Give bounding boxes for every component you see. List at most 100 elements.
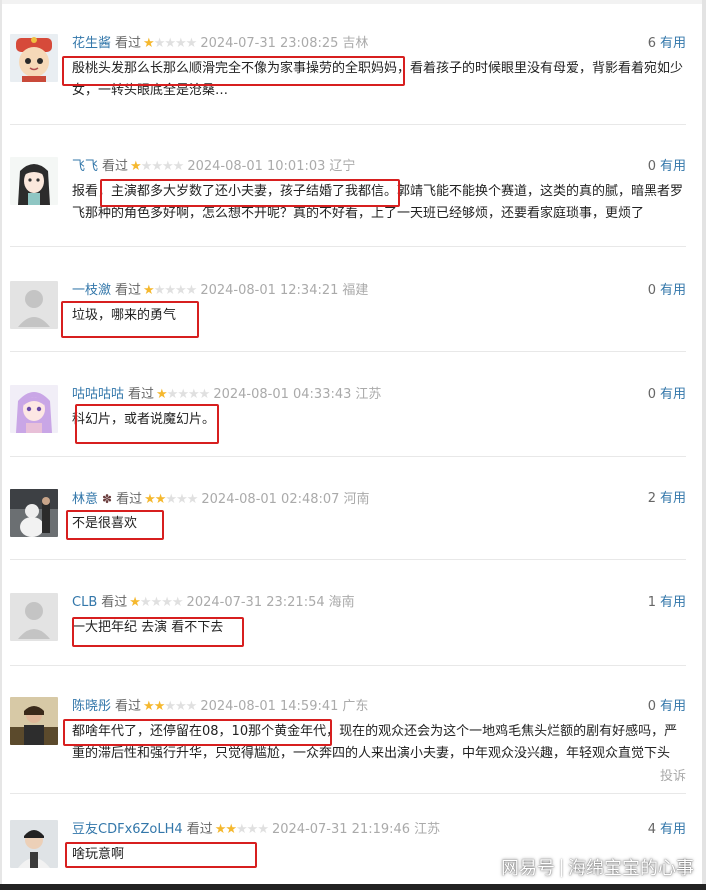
useful-count: 1: [647, 595, 656, 610]
star-empty-icon: ★: [140, 159, 153, 174]
comment-item: 一枝瀲 看过 ★★★★★ 2024-08-01 12:34:21 福建 0 有用 垃圾，哪…: [10, 281, 686, 345]
star-empty-icon: ★: [153, 36, 166, 51]
watched-label: 看过: [186, 822, 213, 837]
useful-button[interactable]: 有用: [660, 283, 686, 298]
divider: [10, 665, 686, 666]
star-filled-icon: ★: [130, 159, 142, 174]
rating-stars: ★★★★★: [144, 490, 198, 510]
avatar[interactable]: [10, 697, 58, 745]
comment-location: 福建: [342, 283, 369, 298]
watermark-brand: 网易号: [501, 858, 555, 879]
anime-purple-hair-avatar: [10, 385, 58, 433]
star-empty-icon: ★: [153, 283, 166, 298]
boy-photo-avatar: [10, 820, 58, 868]
useful-button[interactable]: 有用: [660, 595, 686, 610]
avatar[interactable]: [10, 593, 58, 641]
useful-button[interactable]: 有用: [660, 491, 686, 506]
avatar[interactable]: [10, 157, 58, 205]
watched-label: 看过: [116, 492, 143, 507]
watched-label: 看过: [115, 36, 142, 51]
useful-count: 6: [647, 36, 656, 51]
useful-vote: 4 有用: [648, 820, 686, 840]
star-filled-icon: ★: [129, 595, 141, 610]
avatar[interactable]: [10, 489, 58, 537]
star-empty-icon: ★: [175, 283, 187, 298]
star-empty-icon: ★: [236, 822, 248, 837]
star-empty-icon: ★: [161, 595, 173, 610]
useful-vote: 2 有用: [648, 489, 686, 509]
default-avatar: [10, 281, 58, 329]
star-filled-icon: ★: [143, 36, 155, 51]
useful-vote: 0 有用: [648, 281, 686, 301]
highlight-box: [61, 301, 199, 338]
useful-count: 0: [647, 283, 656, 298]
star-filled-icon: ★: [143, 699, 155, 714]
rating-stars: ★★★★★: [143, 281, 198, 301]
comment-time: 2024-08-01 10:01:03: [187, 159, 326, 174]
highlight-box: [62, 56, 405, 86]
username[interactable]: 陈晓彤: [72, 699, 111, 714]
star-filled-icon: ★: [153, 699, 166, 714]
star-filled-icon: ★: [144, 492, 156, 507]
divider: [10, 351, 686, 352]
avatar[interactable]: [10, 820, 58, 868]
useful-button[interactable]: 有用: [660, 36, 686, 51]
star-empty-icon: ★: [162, 159, 174, 174]
useful-button[interactable]: 有用: [660, 387, 686, 402]
comment-meta: 一枝瀲 看过 ★★★★★ 2024-08-01 12:34:21 福建: [72, 281, 368, 301]
star-empty-icon: ★: [185, 283, 198, 298]
watermark: 网易号 海绵宝宝的心事: [501, 854, 694, 880]
avatar[interactable]: [10, 281, 58, 329]
useful-button[interactable]: 有用: [660, 699, 686, 714]
comment-location: 辽宁: [329, 159, 356, 174]
watermark-separator: [561, 859, 562, 877]
comment-item: 花生酱 看过 ★★★★★ 2024-07-31 23:08:25 吉林 6 有用 殷桃头发…: [10, 34, 686, 114]
username[interactable]: 飞飞: [72, 159, 98, 174]
useful-vote: 0 有用: [648, 157, 686, 177]
user-badge-icon: ✽: [102, 492, 113, 506]
comment-item: 飞飞 看过 ★★★★★ 2024-08-01 10:01:03 辽宁 0 有用 报看，主演…: [10, 157, 686, 237]
star-empty-icon: ★: [166, 387, 179, 402]
person-photo-avatar: [10, 697, 58, 745]
username[interactable]: 林意: [72, 492, 98, 507]
comment-meta: 豆友CDFx6ZoLH4 看过 ★★★★★ 2024-07-31 21:19:46 江苏: [72, 820, 440, 840]
useful-vote: 6 有用: [648, 34, 686, 54]
star-filled-icon: ★: [156, 387, 168, 402]
comment-meta: 陈晓彤 看过 ★★★★★ 2024-08-01 14:59:41 广东: [72, 697, 368, 717]
useful-vote: 0 有用: [648, 385, 686, 405]
star-empty-icon: ★: [175, 36, 187, 51]
useful-button[interactable]: 有用: [660, 822, 686, 837]
star-filled-icon: ★: [143, 283, 155, 298]
rating-stars: ★★★★★: [143, 697, 197, 717]
useful-button[interactable]: 有用: [660, 159, 686, 174]
divider: [10, 793, 686, 794]
useful-count: 0: [647, 387, 656, 402]
username[interactable]: 花生酱: [72, 36, 111, 51]
snowman-photo-avatar: [10, 489, 58, 537]
username[interactable]: CLB: [72, 595, 97, 610]
cartoon-cat-avatar: [10, 34, 58, 82]
comment-time: 2024-07-31 23:21:54: [186, 595, 325, 610]
username[interactable]: 豆友CDFx6ZoLH4: [72, 822, 183, 837]
comment-time: 2024-08-01 04:33:43: [213, 387, 352, 402]
comment-item: CLB 看过 ★★★★★ 2024-07-31 23:21:54 海南 1 有用 一大把年…: [10, 593, 686, 657]
highlight-box: [100, 179, 400, 207]
comment-meta: 飞飞 看过 ★★★★★ 2024-08-01 10:01:03 辽宁: [72, 157, 355, 177]
avatar[interactable]: [10, 34, 58, 82]
comment-meta: 咕咕咕咕 看过 ★★★★★ 2024-08-01 04:33:43 江苏: [72, 385, 381, 405]
report-link[interactable]: 投诉: [660, 765, 686, 784]
useful-vote: 0 有用: [648, 697, 686, 717]
comment-time: 2024-08-01 02:48:07: [201, 492, 340, 507]
comment-time: 2024-08-01 14:59:41: [200, 699, 339, 714]
avatar[interactable]: [10, 385, 58, 433]
rating-stars: ★★★★★: [129, 593, 183, 613]
star-empty-icon: ★: [150, 595, 163, 610]
username[interactable]: 咕咕咕咕: [72, 387, 124, 402]
username[interactable]: 一枝瀲: [72, 283, 111, 298]
useful-count: 2: [647, 491, 656, 506]
star-empty-icon: ★: [175, 699, 187, 714]
anime-girl-avatar: [10, 157, 58, 205]
comment-item: 陈晓彤 看过 ★★★★★ 2024-08-01 14:59:41 广东 0 有用 都啥年代…: [10, 697, 686, 784]
highlight-box: [75, 404, 219, 444]
right-border: [702, 0, 706, 890]
